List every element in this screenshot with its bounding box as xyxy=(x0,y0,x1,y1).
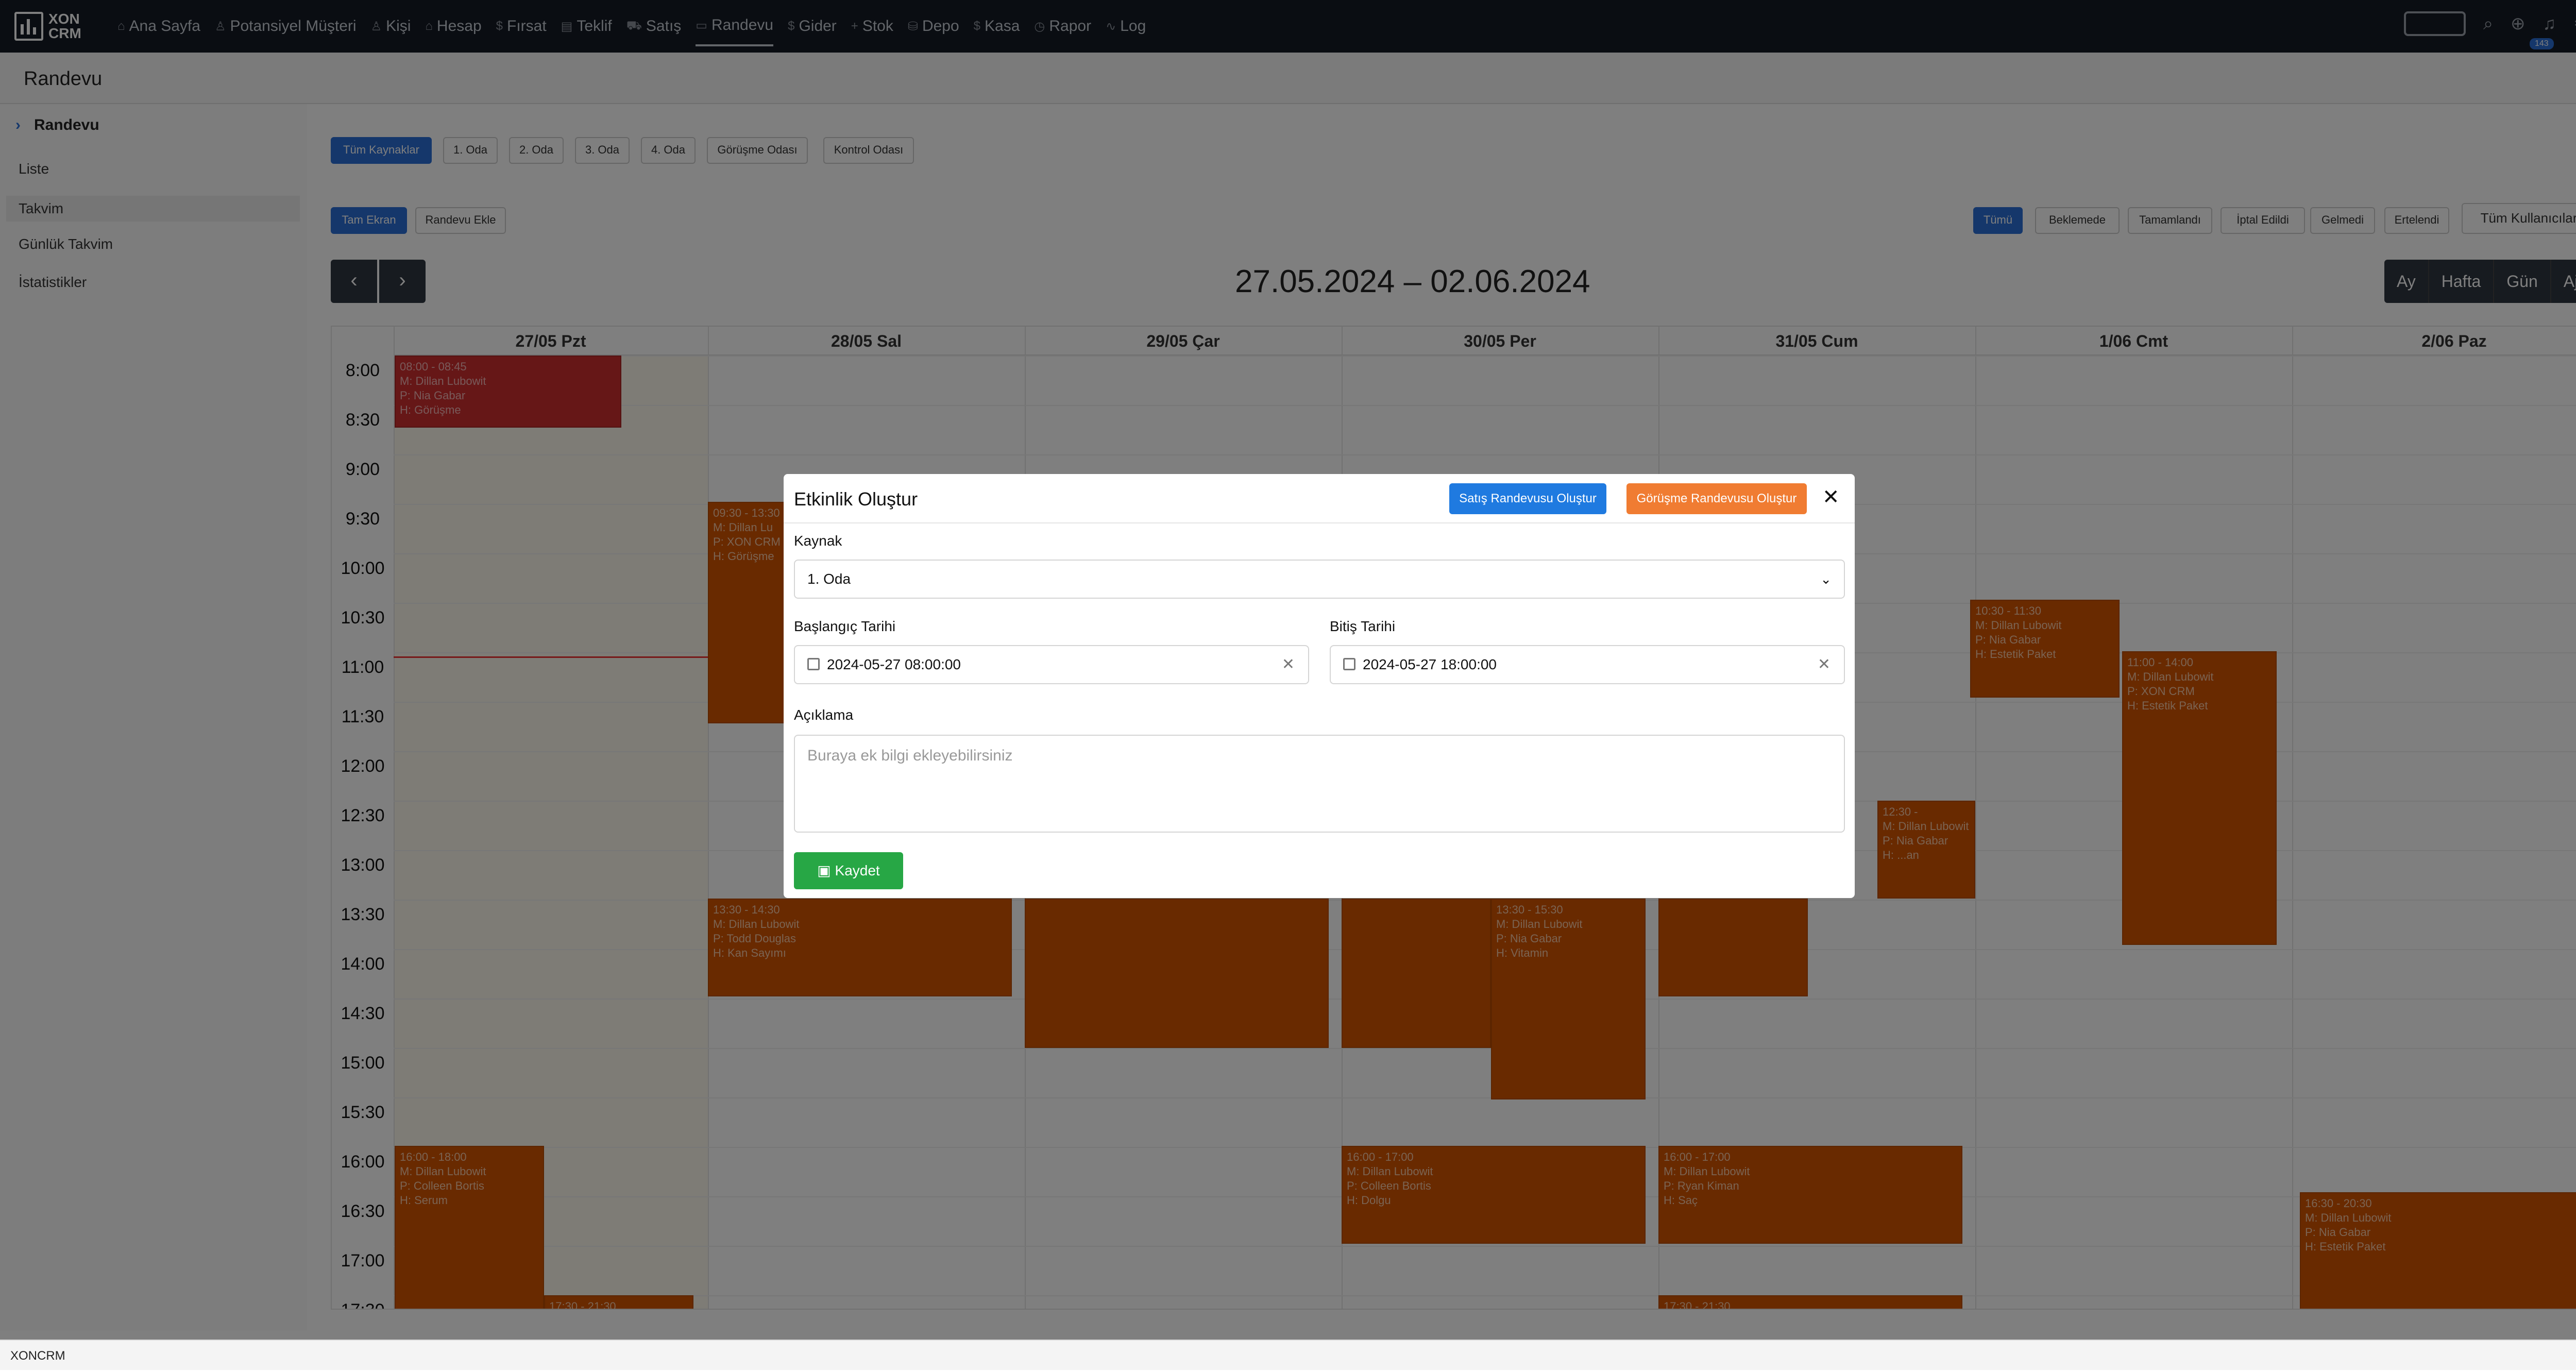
description-textarea[interactable]: Buraya ek bilgi ekleyebilirsiniz xyxy=(794,735,1845,833)
save-button[interactable]: ▣ Kaydet xyxy=(794,852,903,889)
modal-header: Etkinlik Oluştur Satış Randevusu Oluştur… xyxy=(784,474,1855,523)
create-sales-appointment-button[interactable]: Satış Randevusu Oluştur xyxy=(1449,483,1606,514)
resource-label: Kaynak xyxy=(794,533,842,549)
clear-icon[interactable]: ✕ xyxy=(1282,646,1295,683)
end-date-label: Bitiş Tarihi xyxy=(1330,618,1396,634)
start-date-label: Başlangıç Tarihi xyxy=(794,618,896,634)
footer: XONCRM xyxy=(0,1340,2576,1370)
chevron-down-icon: ⌄ xyxy=(1820,571,1832,587)
modal-title: Etkinlik Oluştur xyxy=(794,488,918,510)
resource-select[interactable]: 1. Oda ⌄ xyxy=(794,560,1845,599)
start-date-field[interactable]: 2024-05-27 08:00:00 ✕ xyxy=(794,645,1309,684)
calendar-icon xyxy=(807,658,820,670)
clear-icon[interactable]: ✕ xyxy=(1818,646,1831,683)
create-meeting-appointment-button[interactable]: Görüşme Randevusu Oluştur xyxy=(1626,483,1807,514)
end-date-field[interactable]: 2024-05-27 18:00:00 ✕ xyxy=(1330,645,1845,684)
calendar-icon xyxy=(1343,658,1355,670)
description-label: Açıklama xyxy=(794,707,854,723)
create-event-modal: Etkinlik Oluştur Satış Randevusu Oluştur… xyxy=(784,474,1855,898)
close-icon[interactable]: ✕ xyxy=(1822,485,1840,509)
floppy-icon: ▣ xyxy=(817,862,831,878)
